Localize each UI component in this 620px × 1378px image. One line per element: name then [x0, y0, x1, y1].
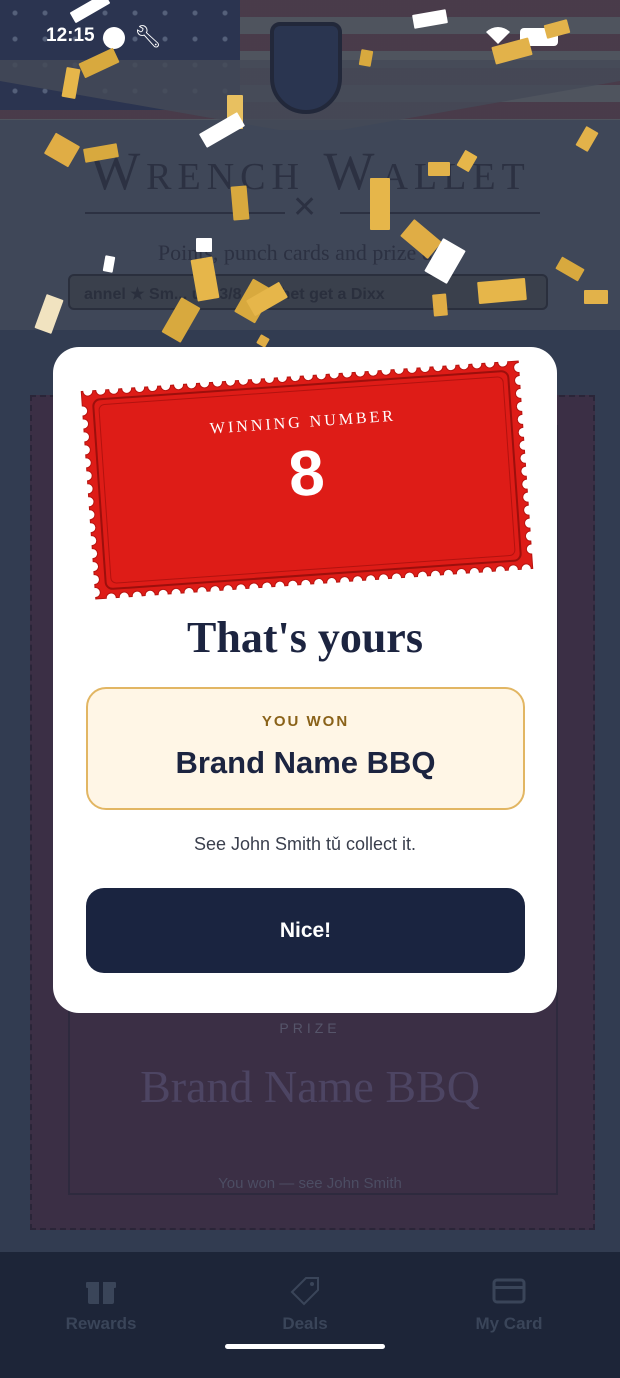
- collect-instructions: See John Smith tǔ collect it.: [193, 834, 417, 854]
- nav-deals-label: Deals: [282, 1314, 328, 1333]
- wrench-icon: 🔧︎: [134, 24, 162, 49]
- you-won-label: YOU WON: [261, 713, 350, 730]
- confetti-piece: [432, 293, 448, 317]
- news-ticker: annel ★ Sm... u a 3/8 Ratchet get a Dixx: [68, 274, 548, 310]
- tag-icon: [290, 1277, 319, 1306]
- gift-icon: [86, 1282, 116, 1304]
- winning-ticket: WINNING NUMBER 8: [75, 355, 539, 606]
- confetti-piece: [584, 290, 608, 304]
- confetti-piece: [428, 162, 450, 176]
- confetti-piece: [370, 178, 390, 230]
- modal-heading: That's yours: [187, 613, 423, 662]
- nav-deals[interactable]: Deals: [230, 1274, 380, 1334]
- confetti-piece: [230, 185, 250, 221]
- shield-icon: [270, 22, 342, 114]
- nav-rewards-label: Rewards: [65, 1314, 137, 1333]
- confetti-piece: [196, 238, 212, 252]
- title-divider: [85, 212, 285, 214]
- nav-my-card-label: My Card: [475, 1314, 543, 1333]
- confetti-piece: [477, 277, 527, 305]
- bottom-nav: Rewards Deals My Card: [0, 1252, 620, 1378]
- prize-label: PRIZE: [279, 1020, 341, 1036]
- card-icon: [492, 1278, 526, 1304]
- prize-note: You won — see John Smith: [218, 1175, 402, 1192]
- nav-rewards[interactable]: Rewards: [26, 1274, 176, 1334]
- prize-name: Brand Name BBQ: [140, 1061, 480, 1112]
- home-indicator[interactable]: [225, 1344, 385, 1349]
- crossed-wrenches-icon: ✕: [292, 191, 318, 224]
- status-time: 12:15: [46, 25, 95, 46]
- you-won-box: YOU WON Brand Name BBQ: [86, 687, 525, 810]
- nav-my-card[interactable]: My Card: [434, 1274, 584, 1334]
- app-tagline: Points, punch cards and prize days: [157, 240, 463, 265]
- notification-dot-icon: [103, 27, 125, 49]
- nice-button[interactable]: Nice!: [86, 888, 525, 973]
- won-prize-name: Brand Name BBQ: [175, 745, 436, 780]
